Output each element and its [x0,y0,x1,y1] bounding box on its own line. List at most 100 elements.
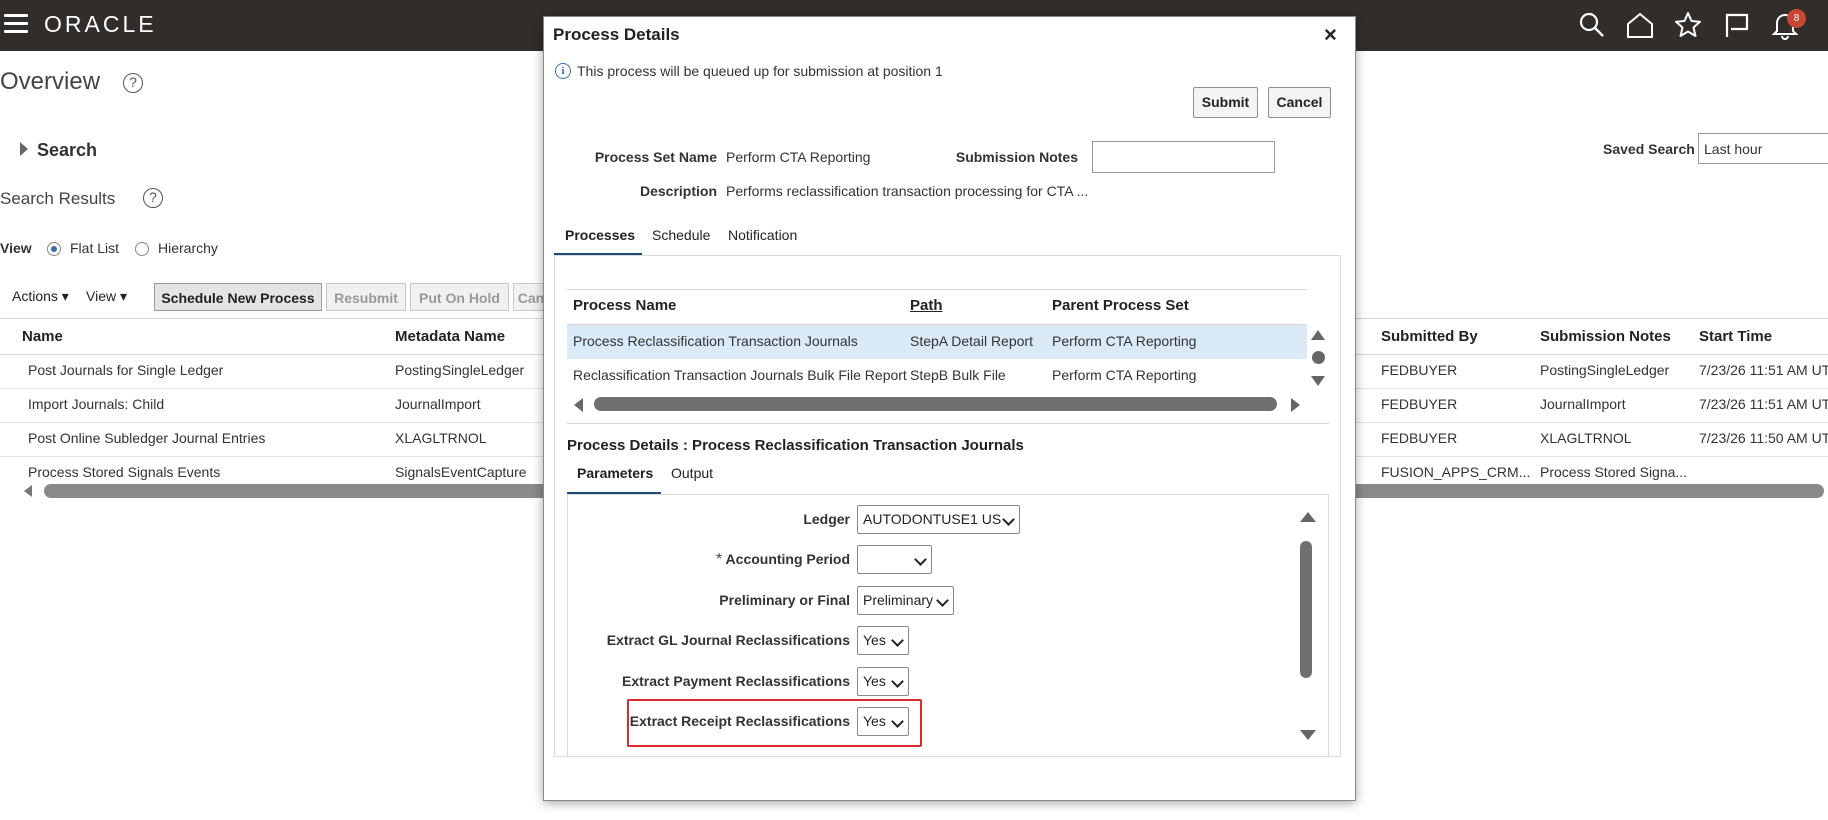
preliminary-or-final-label: Preliminary or Final [719,592,850,608]
parameters-vertical-scrollbar[interactable] [1300,541,1312,678]
extract-payment-label: Extract Payment Reclassifications [622,673,850,689]
flat-list-label: Flat List [70,240,120,256]
row-start-time: 7/23/26 11:50 AM UTC [1699,430,1828,446]
row-start-time: 7/23/26 11:51 AM UTC [1699,396,1828,412]
path-cell: StepA Detail Report [910,333,1033,349]
row-notes: PostingSingleLedger [1540,362,1670,378]
table-scroll-right-icon[interactable] [1291,398,1300,412]
submission-notes-label: Submission Notes [955,149,1078,165]
accounting-period-select[interactable] [857,545,932,574]
view-label: View [0,240,32,256]
table-scroll-down-icon[interactable] [1311,376,1325,386]
flat-list-radio[interactable] [47,242,61,256]
search-results-header: Search Results [0,189,116,208]
row-submitted-by: FEDBUYER [1381,430,1458,446]
table-scroll-up-icon[interactable] [1311,330,1325,340]
extract-gl-journal-select[interactable]: Yes [857,626,909,655]
column-header-parent-process-set[interactable]: Parent Process Set [1052,297,1189,314]
row-submitted-by: FEDBUYER [1381,362,1458,378]
row-submitted-by: FEDBUYER [1381,396,1458,412]
row-notes: Process Stored Signa... [1540,464,1688,480]
favorites-star-icon[interactable] [1673,10,1703,40]
expand-search-icon[interactable] [20,142,28,156]
chevron-down-icon [914,553,927,566]
hierarchy-radio[interactable] [135,242,149,256]
row-start-time: 7/23/26 11:51 AM UTC [1699,362,1828,378]
help-icon[interactable]: ? [123,73,143,93]
parent-process-set-cell: Perform CTA Reporting [1052,333,1197,349]
resubmit-button[interactable]: Resubmit [326,283,406,311]
column-header-start-time[interactable]: Start Time [1699,328,1772,345]
saved-search-select[interactable]: Last hour [1698,133,1828,164]
brand-logo: ORACLE [44,11,157,37]
row-name: Post Journals for Single Ledger [28,362,224,378]
extract-gl-journal-label: Extract GL Journal Reclassifications [606,632,850,648]
chevron-down-icon [891,675,904,688]
submission-notes-input[interactable] [1092,141,1275,173]
search-icon[interactable] [1577,10,1607,40]
search-section-header[interactable]: Search [37,140,97,161]
notification-count-badge: 8 [1787,9,1806,28]
saved-search-label: Saved Search [1603,141,1695,157]
parent-process-set-cell: Perform CTA Reporting [1052,367,1197,383]
tab-parameters[interactable]: Parameters [577,465,653,481]
queue-info-message: This process will be queued up for submi… [577,63,943,79]
column-header-metadata-name[interactable]: Metadata Name [395,328,505,345]
help-icon[interactable]: ? [143,188,163,208]
watchlist-flag-icon[interactable] [1722,10,1752,40]
row-notes: XLAGLTRNOL [1540,430,1632,446]
column-header-submitted-by[interactable]: Submitted By [1381,328,1478,345]
process-set-name-value: Perform CTA Reporting [726,149,871,165]
chevron-down-icon [891,634,904,647]
process-name-cell: Reclassification Transaction Journals Bu… [573,367,907,383]
table-vertical-scroll-thumb[interactable] [1312,351,1325,364]
hierarchy-label: Hierarchy [158,240,218,256]
row-submitted-by: FUSION_APPS_CRM... [1381,464,1531,480]
path-cell: StepB Bulk File [910,367,1006,383]
tab-notification[interactable]: Notification [728,227,797,243]
description-value: Performs reclassification transaction pr… [726,183,1089,199]
grid-scroll-left-icon[interactable] [24,485,32,497]
submit-button[interactable]: Submit [1193,87,1258,118]
table-horizontal-scrollbar[interactable] [594,397,1277,411]
info-icon: i [555,63,571,79]
row-name: Post Online Subledger Journal Entries [28,430,266,446]
ledger-label: Ledger [803,511,850,527]
column-header-path[interactable]: Path [910,297,943,314]
parameters-scroll-up-icon[interactable] [1300,512,1316,522]
cancel-button[interactable]: Cancel [1268,87,1331,118]
view-menu[interactable]: View ▾ [86,288,127,305]
preliminary-or-final-select[interactable]: Preliminary [857,586,954,615]
schedule-new-process-button[interactable]: Schedule New Process [154,283,322,311]
section-divider [567,423,1329,424]
highlight-box [627,699,922,747]
tab-schedule[interactable]: Schedule [652,227,710,243]
row-name: Import Journals: Child [28,396,165,412]
tab-processes[interactable]: Processes [565,227,635,243]
row-metadata: JournalImport [395,396,481,412]
chevron-down-icon [1002,513,1015,526]
chevron-down-icon [936,594,949,607]
column-header-submission-notes[interactable]: Submission Notes [1540,328,1671,345]
home-icon[interactable] [1625,10,1655,40]
column-header-name[interactable]: Name [22,328,63,345]
menu-icon[interactable] [4,14,28,36]
page-title: Overview [0,68,101,95]
process-details-subtitle: Process Details : Process Reclassificati… [567,437,1024,454]
ledger-select[interactable]: AUTODONTUSE1 US [857,505,1020,534]
column-header-process-name[interactable]: Process Name [573,297,676,314]
process-set-name-label: Process Set Name [594,149,717,165]
row-metadata: PostingSingleLedger [395,362,525,378]
actions-menu[interactable]: Actions ▾ [12,288,69,305]
extract-payment-select[interactable]: Yes [857,667,909,696]
row-name: Process Stored Signals Events [28,464,221,480]
tab-output[interactable]: Output [671,465,713,481]
row-metadata: XLAGLTRNOL [395,430,487,446]
table-scroll-left-icon[interactable] [574,398,583,412]
accounting-period-label: * Accounting Period [715,551,850,568]
parameters-scroll-down-icon[interactable] [1300,730,1316,740]
row-metadata: SignalsEventCapture [395,464,527,480]
description-label: Description [639,183,717,199]
close-icon[interactable]: × [1324,22,1337,48]
put-on-hold-button[interactable]: Put On Hold [410,283,509,311]
